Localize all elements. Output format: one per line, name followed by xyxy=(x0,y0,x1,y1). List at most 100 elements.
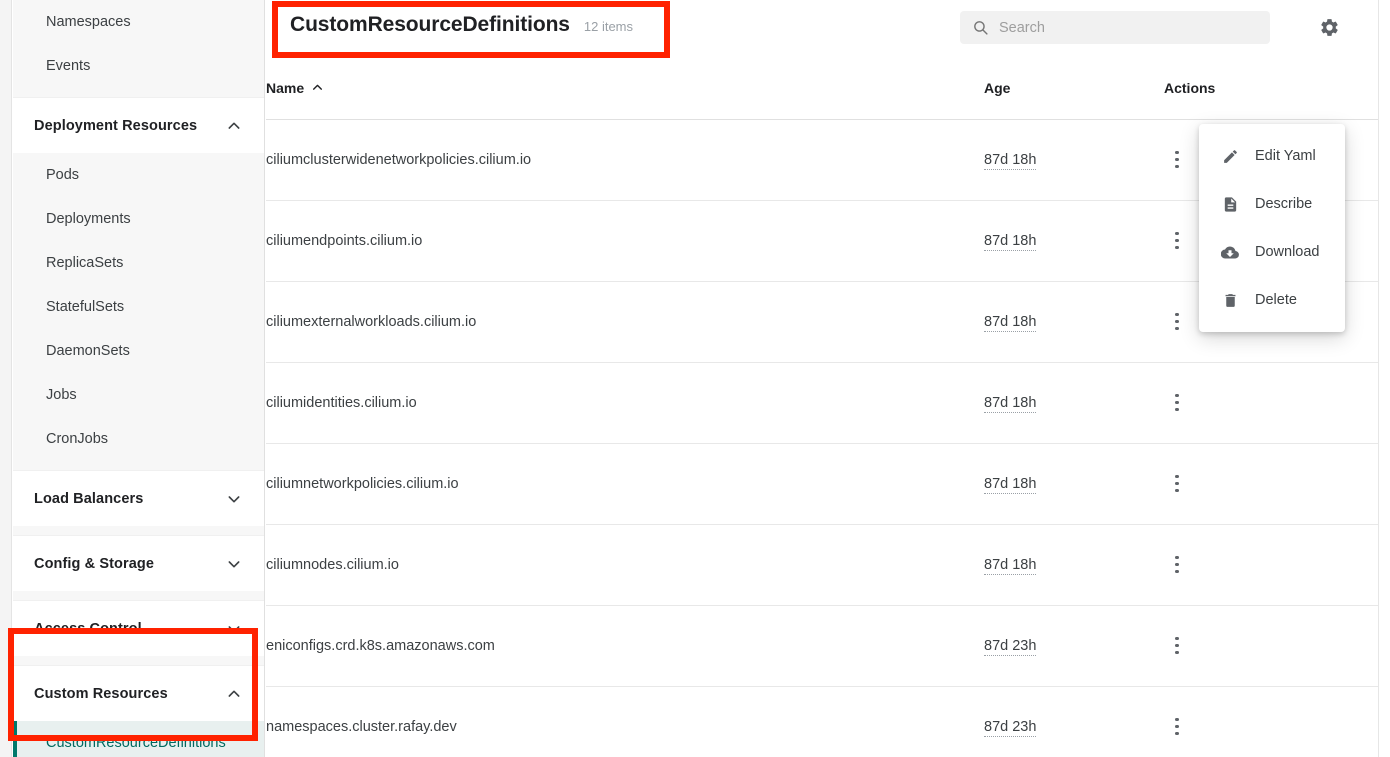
sidebar-item-namespaces[interactable]: Namespaces xyxy=(13,0,264,44)
table-row[interactable]: ciliumnodes.cilium.io 87d 18h xyxy=(266,524,1378,606)
sidebar-spacer xyxy=(13,591,264,600)
sidebar-item-label: ReplicaSets xyxy=(46,255,124,271)
cell-name: ciliumnetworkpolicies.cilium.io xyxy=(266,443,984,525)
sidebar-item-customresourcedefinitions[interactable]: CustomResourceDefinitions xyxy=(13,721,264,757)
page-title: CustomResourceDefinitions xyxy=(290,13,570,36)
age-value: 87d 18h xyxy=(984,151,1037,170)
column-header-label: Age xyxy=(984,79,1011,96)
menu-item-label: Describe xyxy=(1255,196,1313,212)
trash-icon xyxy=(1221,291,1239,309)
sidebar-spacer xyxy=(13,461,264,470)
cell-name: ciliumclusterwidenetworkpolicies.cilium.… xyxy=(266,119,984,201)
content-topbar: CustomResourceDefinitions 12 items xyxy=(266,0,1390,57)
chevron-down-icon xyxy=(226,621,242,637)
column-header-name[interactable]: Name xyxy=(266,57,984,120)
sidebar-item-label: DaemonSets xyxy=(46,343,130,359)
right-edge-strip xyxy=(1378,0,1390,757)
sidebar-item-deployments[interactable]: Deployments xyxy=(13,197,264,241)
kebab-menu-icon[interactable] xyxy=(1164,228,1190,254)
cell-actions xyxy=(1164,443,1378,525)
column-header-age[interactable]: Age xyxy=(984,57,1164,120)
sidebar-item-jobs[interactable]: Jobs xyxy=(13,373,264,417)
age-value: 87d 23h xyxy=(984,637,1037,656)
chevron-down-icon xyxy=(226,491,242,507)
sidebar-group-load-balancers[interactable]: Load Balancers xyxy=(13,470,264,526)
cell-name: eniconfigs.crd.k8s.amazonaws.com xyxy=(266,605,984,687)
page-header: CustomResourceDefinitions 12 items xyxy=(278,9,643,41)
chevron-down-icon xyxy=(226,556,242,572)
table-header-row: Name Age Actions xyxy=(266,57,1378,120)
sidebar: Namespaces Events Deployment Resources P… xyxy=(13,0,265,757)
kebab-menu-icon[interactable] xyxy=(1164,714,1190,740)
sidebar-group-access-control[interactable]: Access Control xyxy=(13,600,264,656)
column-header-label: Actions xyxy=(1164,79,1216,96)
chevron-up-icon xyxy=(226,686,242,702)
cell-age: 87d 18h xyxy=(984,443,1164,525)
sidebar-group-label: Load Balancers xyxy=(34,490,144,507)
menu-item-label: Delete xyxy=(1255,292,1297,308)
kebab-menu-icon[interactable] xyxy=(1164,471,1190,497)
kebab-menu-icon[interactable] xyxy=(1164,633,1190,659)
sidebar-item-label: Jobs xyxy=(46,387,77,403)
menu-item-download[interactable]: Download xyxy=(1199,228,1345,276)
table-row[interactable]: eniconfigs.crd.k8s.amazonaws.com 87d 23h xyxy=(266,605,1378,687)
sidebar-group-config-storage[interactable]: Config & Storage xyxy=(13,535,264,591)
gear-icon[interactable] xyxy=(1316,14,1342,40)
pencil-icon xyxy=(1221,147,1239,165)
sidebar-item-label: CustomResourceDefinitions xyxy=(46,735,226,751)
kebab-menu-icon[interactable] xyxy=(1164,309,1190,335)
search-box[interactable] xyxy=(960,11,1270,44)
age-value: 87d 23h xyxy=(984,718,1037,737)
menu-item-delete[interactable]: Delete xyxy=(1199,276,1345,324)
sidebar-item-statefulsets[interactable]: StatefulSets xyxy=(13,285,264,329)
sidebar-group-custom-resources[interactable]: Custom Resources xyxy=(13,665,264,721)
sidebar-item-label: Namespaces xyxy=(46,14,131,30)
search-icon xyxy=(972,19,989,36)
sidebar-item-daemonsets[interactable]: DaemonSets xyxy=(13,329,264,373)
table-row[interactable]: ciliumnetworkpolicies.cilium.io 87d 18h xyxy=(266,443,1378,525)
sidebar-group-label: Config & Storage xyxy=(34,555,155,572)
sidebar-item-label: Events xyxy=(46,58,91,74)
cell-actions xyxy=(1164,524,1378,606)
sidebar-item-replicasets[interactable]: ReplicaSets xyxy=(13,241,264,285)
table-row[interactable]: ciliumidentities.cilium.io 87d 18h xyxy=(266,362,1378,444)
sidebar-spacer xyxy=(13,88,264,97)
sidebar-group-deployment-resources[interactable]: Deployment Resources xyxy=(13,97,264,153)
sidebar-group-label: Access Control xyxy=(34,620,142,637)
left-rail xyxy=(0,0,12,757)
menu-item-label: Edit Yaml xyxy=(1255,148,1316,164)
sidebar-subitems-custom-resources: CustomResourceDefinitions xyxy=(13,721,264,757)
sidebar-item-label: Pods xyxy=(46,167,80,183)
age-value: 87d 18h xyxy=(984,232,1037,251)
sidebar-item-pods[interactable]: Pods xyxy=(13,153,264,197)
sidebar-item-label: CronJobs xyxy=(46,431,109,447)
chevron-up-icon xyxy=(226,118,242,134)
cell-actions xyxy=(1164,605,1378,687)
column-header-label: Name xyxy=(266,79,305,96)
cell-age: 87d 23h xyxy=(984,605,1164,687)
cell-name: namespaces.cluster.rafay.dev xyxy=(266,686,984,757)
sidebar-spacer xyxy=(13,656,264,665)
menu-item-edit-yaml[interactable]: Edit Yaml xyxy=(1199,132,1345,180)
kebab-menu-icon[interactable] xyxy=(1164,552,1190,578)
sidebar-item-label: StatefulSets xyxy=(46,299,125,315)
cell-actions xyxy=(1164,362,1378,444)
kebab-menu-icon[interactable] xyxy=(1164,147,1190,173)
table-head: Name Age Actions xyxy=(266,57,1378,120)
age-value: 87d 18h xyxy=(984,556,1037,575)
sidebar-item-cronjobs[interactable]: CronJobs xyxy=(13,417,264,461)
app-root: Namespaces Events Deployment Resources P… xyxy=(0,0,1390,757)
kebab-menu-icon[interactable] xyxy=(1164,390,1190,416)
document-icon xyxy=(1221,195,1239,213)
cell-age: 87d 18h xyxy=(984,362,1164,444)
cell-age: 87d 18h xyxy=(984,119,1164,201)
items-count-label: 12 items xyxy=(583,19,634,34)
menu-item-describe[interactable]: Describe xyxy=(1199,180,1345,228)
table-row[interactable]: namespaces.cluster.rafay.dev 87d 23h xyxy=(266,686,1378,757)
age-value: 87d 18h xyxy=(984,394,1037,413)
cell-name: ciliumendpoints.cilium.io xyxy=(266,200,984,282)
sidebar-item-events[interactable]: Events xyxy=(13,44,264,88)
search-input[interactable] xyxy=(999,19,1258,36)
cell-age: 87d 23h xyxy=(984,686,1164,757)
age-value: 87d 18h xyxy=(984,475,1037,494)
